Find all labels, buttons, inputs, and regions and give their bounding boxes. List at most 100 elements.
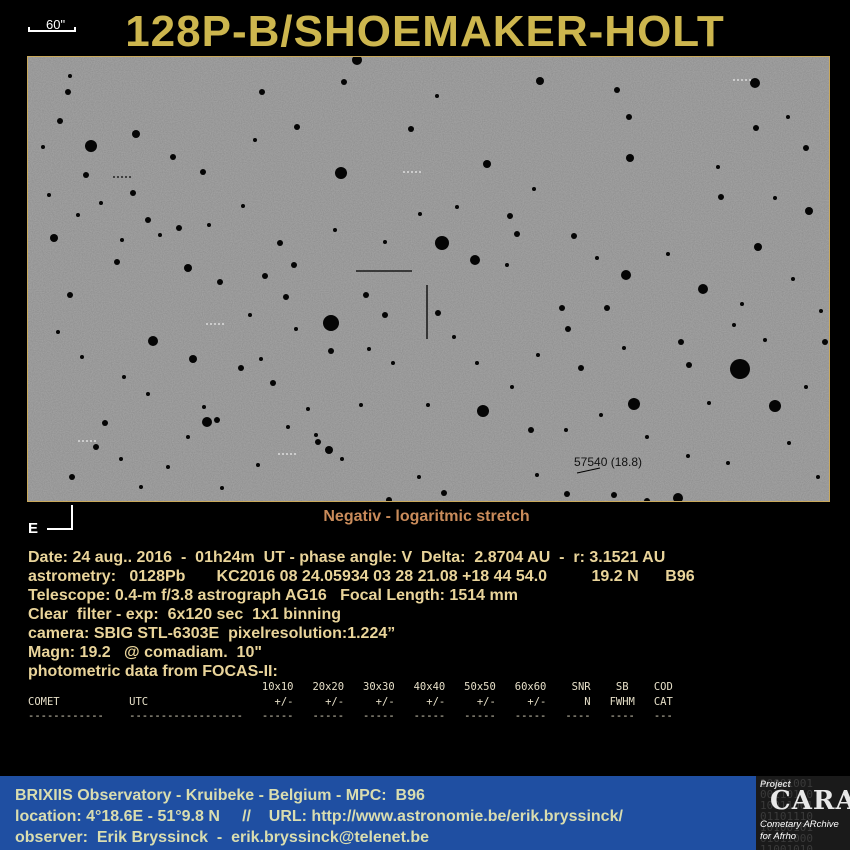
- star: [507, 213, 513, 219]
- star: [483, 160, 491, 168]
- star: [787, 441, 791, 445]
- star: [176, 225, 182, 231]
- table-header-sizes: 10x10 20x20 30x30 40x40 50x50 60x60 SNR …: [28, 681, 673, 693]
- star: [335, 167, 347, 179]
- image-title: 128P-B/SHOEMAKER-HOLT: [125, 7, 725, 56]
- star: [306, 407, 310, 411]
- star: [754, 243, 762, 251]
- star: [259, 357, 263, 361]
- star: [67, 292, 73, 298]
- star: [475, 361, 479, 365]
- sky-noise: [28, 57, 829, 501]
- star: [686, 362, 692, 368]
- star: [536, 77, 544, 85]
- star: [564, 491, 570, 497]
- star: [367, 347, 371, 351]
- star: [559, 305, 565, 311]
- star: [816, 475, 820, 479]
- star: [718, 194, 724, 200]
- star: [426, 403, 430, 407]
- star: [417, 475, 421, 479]
- star: [341, 79, 347, 85]
- star: [50, 234, 58, 242]
- star: [248, 313, 252, 317]
- star: [611, 492, 617, 498]
- star: [435, 94, 439, 98]
- star: [277, 240, 283, 246]
- info-telescope: Telescope: 0.4-m f/3.8 astrograph AG16 F…: [28, 587, 518, 604]
- star: [65, 89, 71, 95]
- star: [294, 124, 300, 130]
- star: [202, 417, 212, 427]
- star: [604, 305, 610, 311]
- star: [740, 302, 744, 306]
- star: [186, 435, 190, 439]
- scale-bar: [28, 27, 76, 32]
- star: [730, 359, 750, 379]
- star: [753, 125, 759, 131]
- star: [166, 465, 170, 469]
- info-magnitude: Magn: 19.2 @ comadiam. 10": [28, 644, 262, 661]
- star: [99, 201, 103, 205]
- star: [286, 425, 290, 429]
- star: [158, 233, 162, 237]
- star: [628, 398, 640, 410]
- star: [41, 145, 45, 149]
- star: [726, 461, 730, 465]
- star: [535, 473, 539, 477]
- star: [325, 446, 333, 454]
- star: [510, 385, 514, 389]
- star: [686, 454, 690, 458]
- star: [698, 284, 708, 294]
- star: [256, 463, 260, 467]
- star: [139, 485, 143, 489]
- star: [170, 154, 176, 160]
- star: [114, 259, 120, 265]
- star: [283, 294, 289, 300]
- star: [120, 238, 124, 242]
- star: [805, 207, 813, 215]
- star: [470, 255, 480, 265]
- star: [452, 335, 456, 339]
- info-photometry: photometric data from FOCAS-II:: [28, 663, 278, 680]
- star: [202, 405, 206, 409]
- star: [68, 74, 72, 78]
- star: [716, 165, 720, 169]
- star: [47, 193, 51, 197]
- star: [220, 486, 224, 490]
- star: [477, 405, 489, 417]
- star: [564, 428, 568, 432]
- star: [359, 403, 363, 407]
- star: [241, 204, 245, 208]
- star: [565, 326, 571, 332]
- star: [532, 187, 536, 191]
- star: [259, 89, 265, 95]
- star: [528, 427, 534, 433]
- footer-location-url: location: 4°18.6E - 51°9.8 N // URL: htt…: [15, 808, 623, 825]
- star: [328, 348, 334, 354]
- star: [621, 270, 631, 280]
- star: [536, 353, 540, 357]
- table-header-columns: COMET UTC +/- +/- +/- +/- +/- +/- N FWHM…: [28, 696, 673, 708]
- star: [189, 355, 197, 363]
- logo-subtitle-2: for Afrho: [760, 831, 797, 842]
- star: [732, 323, 736, 327]
- star: [146, 392, 150, 396]
- star: [599, 413, 603, 417]
- footer-observer: observer: Erik Bryssinck - erik.bryssinc…: [15, 829, 430, 846]
- star: [217, 279, 223, 285]
- star: [57, 118, 63, 124]
- logo-cara-text: CARA: [770, 786, 850, 816]
- star: [804, 385, 808, 389]
- star: [315, 439, 321, 445]
- info-filter: Clear filter - exp: 6x120 sec 1x1 binnin…: [28, 606, 342, 623]
- star: [391, 361, 395, 365]
- star: [294, 327, 298, 331]
- star: [119, 457, 123, 461]
- star: [578, 365, 584, 371]
- star: [130, 190, 136, 196]
- star: [148, 336, 158, 346]
- star: [678, 339, 684, 345]
- star: [122, 375, 126, 379]
- star: [505, 263, 509, 267]
